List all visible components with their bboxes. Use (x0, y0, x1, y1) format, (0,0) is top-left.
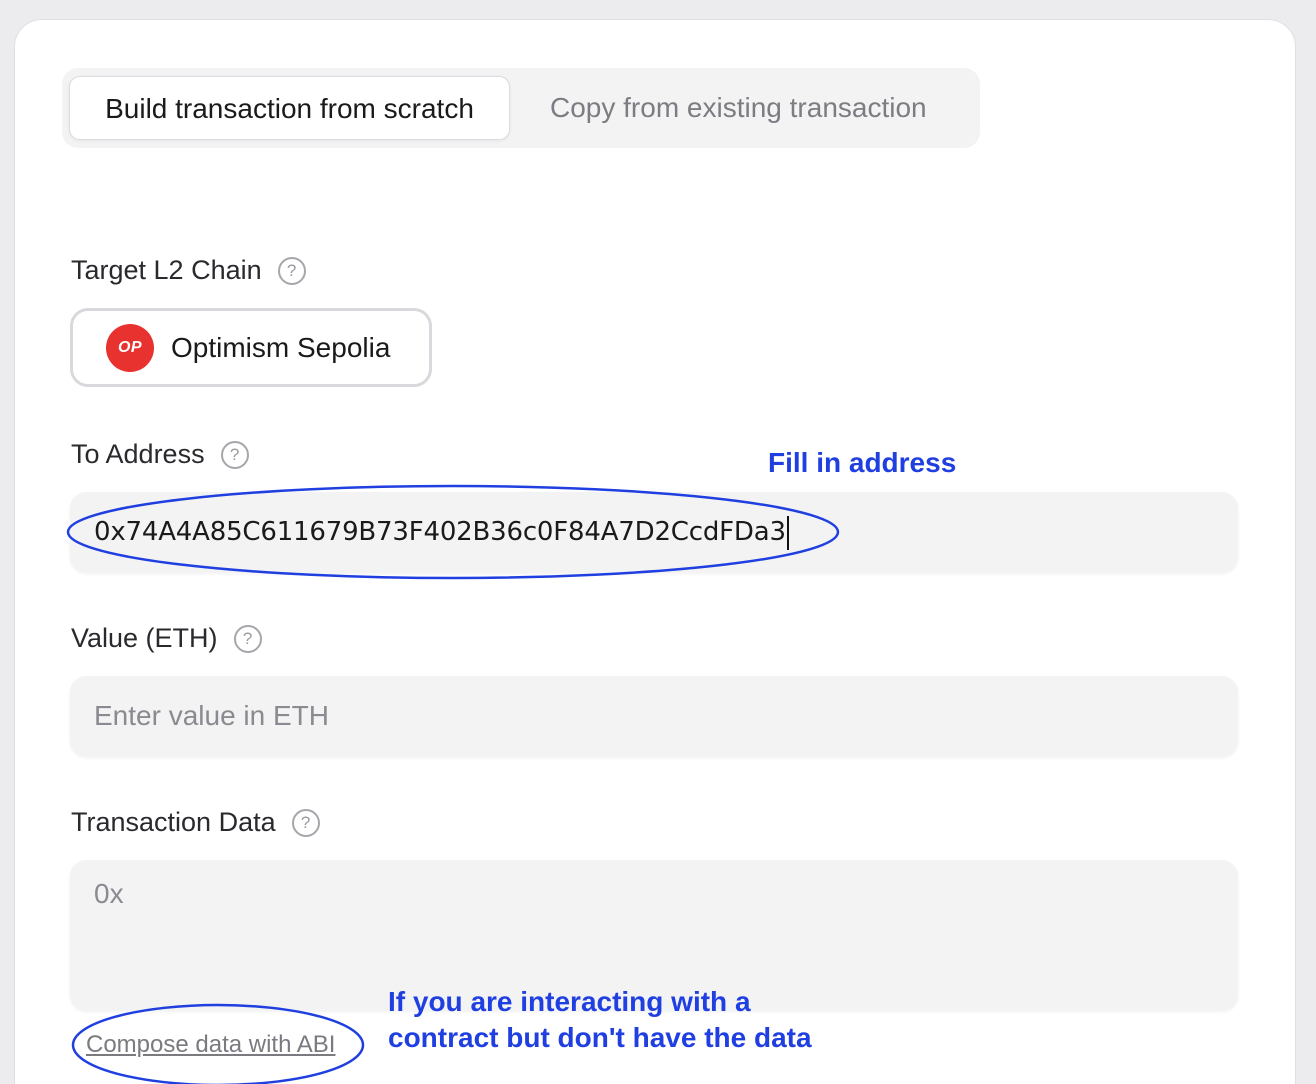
value-label: Value (ETH) (71, 623, 218, 653)
target-chain-label: Target L2 Chain (71, 255, 262, 285)
help-icon[interactable]: ? (233, 624, 262, 653)
annotation-abi-hint: If you are interacting with a contract b… (388, 984, 812, 1056)
transaction-data-label: Transaction Data (71, 807, 276, 837)
text-caret (786, 515, 789, 550)
page: Build transaction from scratch Copy from… (0, 0, 1316, 1084)
value-input[interactable]: Enter value in ETH (70, 676, 1238, 756)
compose-data-with-abi-link[interactable]: Compose data with ABI (86, 1031, 335, 1059)
annotation-abi-line-1: If you are interacting with a (388, 986, 751, 1017)
help-icon[interactable]: ? (291, 808, 320, 837)
tab-build-from-scratch[interactable]: Build transaction from scratch (69, 76, 510, 140)
annotation-abi-line-2: contract but don't have the data (388, 1022, 812, 1053)
annotation-fill-address: Fill in address (768, 447, 957, 478)
help-icon[interactable]: ? (277, 256, 306, 285)
value-placeholder: Enter value in ETH (94, 700, 329, 731)
value-label-row: Value (ETH) ? (71, 623, 262, 654)
chain-name: Optimism Sepolia (171, 331, 391, 363)
mode-toggle: Build transaction from scratch Copy from… (62, 68, 980, 148)
to-address-label: To Address (71, 439, 205, 469)
transaction-data-placeholder: 0x (94, 878, 124, 909)
optimism-logo-icon: OP (106, 323, 154, 372)
tab-copy-existing[interactable]: Copy from existing transaction (550, 76, 927, 140)
to-address-label-row: To Address ? (71, 439, 249, 470)
help-icon[interactable]: ? (220, 440, 249, 469)
chain-selector[interactable]: OP Optimism Sepolia (70, 308, 432, 387)
target-chain-label-row: Target L2 Chain ? (71, 255, 306, 286)
to-address-input[interactable]: 0x74A4A85C611679B73F402B36c0F84A7D2CcdFD… (70, 492, 1238, 572)
transaction-data-label-row: Transaction Data ? (71, 807, 320, 838)
to-address-value: 0x74A4A85C611679B73F402B36c0F84A7D2CcdFD… (94, 517, 786, 547)
